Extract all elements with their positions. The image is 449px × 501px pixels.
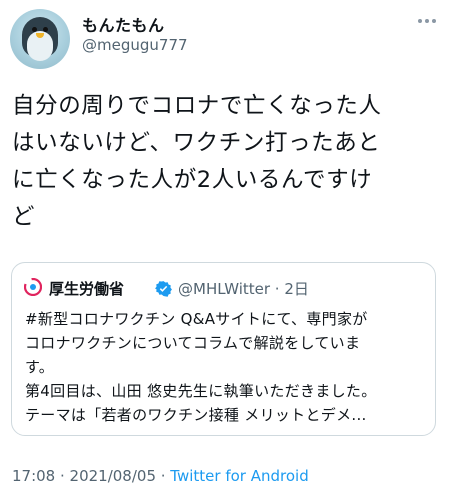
tweet-source-link[interactable]: Twitter for Android xyxy=(170,467,308,485)
quoted-tweet-text: #新型コロナワクチン Q&Aサイトにて、専門家が コロナワクチンについてコラムで… xyxy=(25,310,377,424)
tweet-meta: 17:08 · 2021/08/05 · Twitter for Android xyxy=(12,467,309,485)
author-display-name[interactable]: もんたもん xyxy=(82,12,165,36)
avatar[interactable] xyxy=(10,9,70,69)
author-handle[interactable]: @megugu777 xyxy=(82,36,188,54)
mhlw-logo-icon xyxy=(24,278,42,296)
more-icon[interactable] xyxy=(418,14,440,28)
quoted-tweet-card[interactable]: 厚生労働省 @MHLWitter · 2日 #新型コロナワクチン Q&Aサイトに… xyxy=(11,262,436,436)
tweet-text: 自分の周りでコロナで亡くなった人 はいないけど、ワクチン打ったあと に亡くなった… xyxy=(12,93,382,230)
tweet-timestamp[interactable]: 17:08 · 2021/08/05 · xyxy=(12,467,170,485)
quoted-handle-time: @MHLWitter · 2日 xyxy=(178,280,309,298)
verified-icon xyxy=(155,281,172,297)
quoted-display-name: 厚生労働省 xyxy=(49,280,125,298)
